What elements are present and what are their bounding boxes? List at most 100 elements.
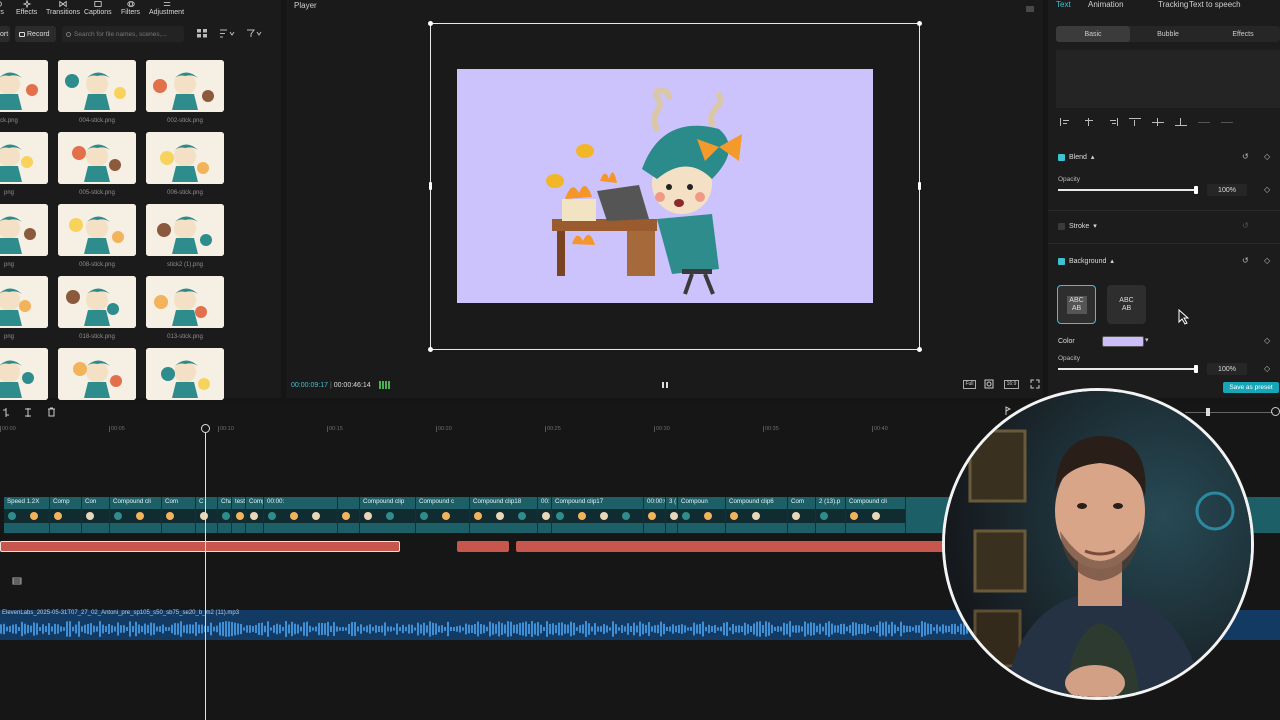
filters-tab[interactable]: Filters [121,0,140,20]
menu-icon[interactable] [1026,3,1034,12]
effects-tab[interactable]: Effects [16,0,37,20]
text-clip[interactable] [516,541,946,552]
background-style-option[interactable]: ABC AB [1057,285,1096,324]
media-item[interactable]: png [0,276,48,340]
keyframe-icon[interactable]: ◇ [1264,152,1270,161]
text-clip[interactable] [0,541,400,552]
video-clip[interactable]: Com [788,497,816,533]
stroke-checkbox[interactable] [1058,222,1065,230]
full-button[interactable]: Full [963,380,976,389]
media-item[interactable]: 004-stick.png [58,60,136,124]
media-item[interactable]: 002-stick.png [146,60,224,124]
keyframe-icon[interactable]: ◇ [1264,256,1270,265]
blend-checkbox[interactable] [1058,153,1065,161]
media-item[interactable] [0,348,48,406]
align-bottom-icon[interactable] [1175,118,1187,126]
stroke-section-header[interactable]: Stroke ▾ [1058,222,1097,230]
text-clip[interactable] [457,541,509,552]
resize-handle[interactable] [429,182,432,190]
sort-icon[interactable] [219,29,235,38]
reset-icon[interactable]: ↺ [1242,257,1250,265]
text-input-area[interactable] [1056,50,1280,108]
video-clip[interactable]: Compound c [416,497,470,533]
save-preset-button[interactable]: Save as preset [1223,382,1279,393]
video-clip[interactable]: Compoun [678,497,726,533]
search-input[interactable]: Search for file names, scenes,... [62,26,184,42]
tab-text-to-speech[interactable]: Text to speech [1189,0,1241,9]
split-icon[interactable] [2,408,10,417]
align-right-icon[interactable] [1106,118,1118,126]
media-item[interactable]: stick2 (1).png [146,204,224,268]
stickers-tab[interactable]: ers [0,0,4,20]
tab-animation[interactable]: Animation [1088,0,1124,9]
color-swatch[interactable] [1102,336,1144,347]
ratio-button[interactable]: 16:9 [1004,380,1019,389]
video-clip[interactable]: Speed 1.2X [4,497,50,533]
video-clip[interactable]: Compound clip25 [246,497,264,533]
transitions-tab[interactable]: Transitions [46,0,80,20]
pause-button[interactable] [661,380,669,388]
media-item[interactable] [58,348,136,406]
tab-text[interactable]: Text [1056,0,1071,9]
video-clip[interactable]: Comp [50,497,82,533]
resize-handle[interactable] [917,21,922,26]
import-button[interactable]: ort [0,26,10,42]
background-section-header[interactable]: Background ▴ [1058,257,1114,265]
video-clip[interactable]: Compound clip [360,497,416,533]
video-clip[interactable]: Com [162,497,196,533]
align-middle-icon[interactable] [1152,118,1164,126]
trim-icon[interactable] [24,408,32,417]
video-clip[interactable]: test.p [232,497,246,533]
record-button[interactable]: Record [15,26,56,42]
bg-opacity-value[interactable]: 100% [1207,363,1247,375]
align-left-icon[interactable] [1060,118,1072,126]
background-style-option[interactable]: ABC AB [1107,285,1146,324]
video-clip[interactable]: 2 (13).p [816,497,846,533]
video-clip[interactable]: Compound cli [110,497,162,533]
playhead-handle[interactable] [201,424,210,433]
subtab-bubble[interactable]: Bubble [1131,26,1205,42]
tab-tracking[interactable]: Tracking [1158,0,1188,9]
zoom-slider[interactable] [1185,412,1273,413]
media-item[interactable]: 006-stick.png [146,132,224,196]
video-clip[interactable]: Con [82,497,110,533]
delete-icon[interactable] [47,407,56,417]
resize-handle[interactable] [428,347,433,352]
opacity-slider-knob[interactable] [1194,186,1198,194]
fit-icon[interactable] [984,379,994,389]
video-clip[interactable]: C [196,497,218,533]
zoom-in-icon[interactable] [1271,407,1280,416]
playhead-line[interactable] [205,425,206,720]
video-clip[interactable]: Compound clip6 [726,497,788,533]
opacity-slider[interactable] [1058,189,1196,191]
preview-canvas[interactable] [457,69,873,303]
media-item[interactable]: 008-stick.png [58,204,136,268]
media-item[interactable]: png [0,132,48,196]
captions-tab[interactable]: Captions [84,0,112,20]
grid-view-icon[interactable] [197,29,207,38]
video-clip[interactable]: 00:00: [264,497,338,533]
video-clip[interactable]: 00: [538,497,552,533]
filter-icon[interactable] [246,29,262,38]
video-clip[interactable] [338,497,360,533]
media-item[interactable]: png [0,204,48,268]
video-clip[interactable]: Cha [218,497,232,533]
subtab-basic[interactable]: Basic [1056,26,1130,42]
video-clip[interactable]: 3 ( [666,497,678,533]
media-item[interactable]: 013-stick.png [146,276,224,340]
bg-opacity-slider[interactable] [1058,368,1196,370]
resize-handle[interactable] [428,21,433,26]
resize-handle[interactable] [918,182,921,190]
keyframe-icon[interactable]: ◇ [1264,364,1270,373]
video-clip[interactable]: Compound clip17 [552,497,644,533]
media-item[interactable]: ck.png [0,60,48,124]
video-clip[interactable]: Compound cli [846,497,906,533]
resize-handle[interactable] [917,347,922,352]
subtab-effects[interactable]: Effects [1206,26,1280,42]
keyframe-icon[interactable]: ◇ [1264,185,1270,194]
align-top-icon[interactable] [1129,118,1141,126]
video-clip[interactable]: Compound clip18 [470,497,538,533]
blend-section-header[interactable]: Blend ▴ [1058,153,1094,161]
reset-icon[interactable]: ↺ [1242,153,1250,161]
media-item[interactable] [146,348,224,406]
